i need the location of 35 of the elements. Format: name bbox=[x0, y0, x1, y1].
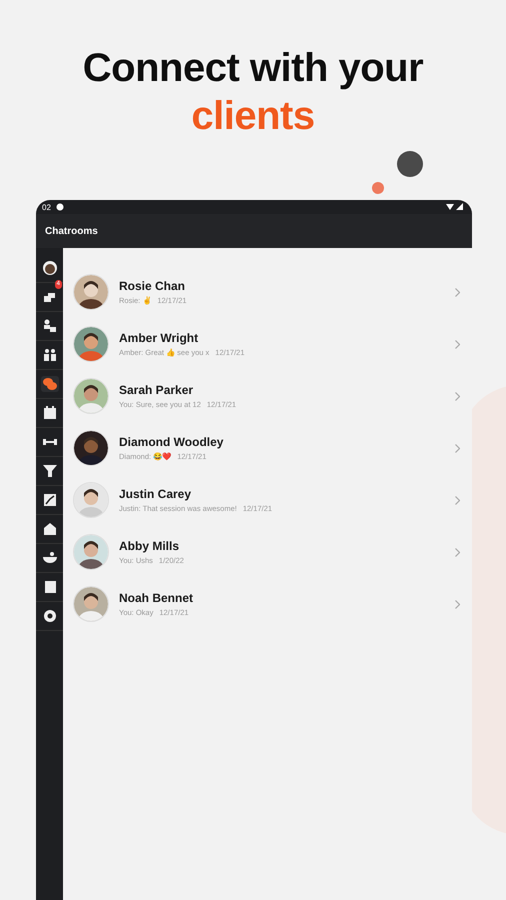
chevron-icon bbox=[455, 600, 460, 608]
messages-icon bbox=[42, 290, 56, 304]
contact-name: Diamond Woodley bbox=[119, 435, 224, 449]
chevron-icon bbox=[455, 548, 460, 556]
headline-accent: clients bbox=[191, 93, 315, 140]
client-icon bbox=[42, 319, 56, 333]
contact-name: Noah Bennet bbox=[119, 591, 194, 605]
chevron-icon bbox=[455, 444, 460, 452]
decorative-dot bbox=[372, 182, 384, 194]
chart-icon bbox=[42, 493, 56, 507]
status-time: 02 bbox=[42, 202, 51, 212]
profile-icon bbox=[42, 261, 56, 275]
nav-item[interactable] bbox=[40, 550, 58, 566]
chevron-icon bbox=[455, 496, 460, 504]
contact-name: Sarah Parker bbox=[119, 383, 194, 397]
chevron-icon bbox=[455, 340, 460, 348]
chat-icon bbox=[42, 377, 56, 391]
contact-name: Rosie Chan bbox=[119, 279, 186, 293]
calendar-icon bbox=[42, 406, 56, 420]
chevron-icon bbox=[455, 288, 460, 296]
groups-icon bbox=[42, 348, 56, 362]
headline: Connect with your bbox=[82, 45, 424, 92]
contact-name: Abby Mills bbox=[119, 539, 180, 553]
chevron-icon bbox=[455, 392, 460, 400]
settings-icon bbox=[42, 609, 56, 623]
profile-avatar[interactable] bbox=[40, 260, 58, 276]
filter-icon bbox=[42, 464, 56, 478]
screen-title: Chatrooms bbox=[45, 226, 98, 236]
contact-name: Amber Wright bbox=[119, 331, 200, 345]
contact-name: Justin Carey bbox=[119, 487, 192, 501]
notification-icon bbox=[56, 203, 64, 211]
nutrition-icon bbox=[42, 551, 56, 565]
decorative-dot bbox=[397, 151, 423, 177]
nav-item[interactable] bbox=[40, 463, 58, 479]
signal-icon bbox=[446, 203, 466, 211]
